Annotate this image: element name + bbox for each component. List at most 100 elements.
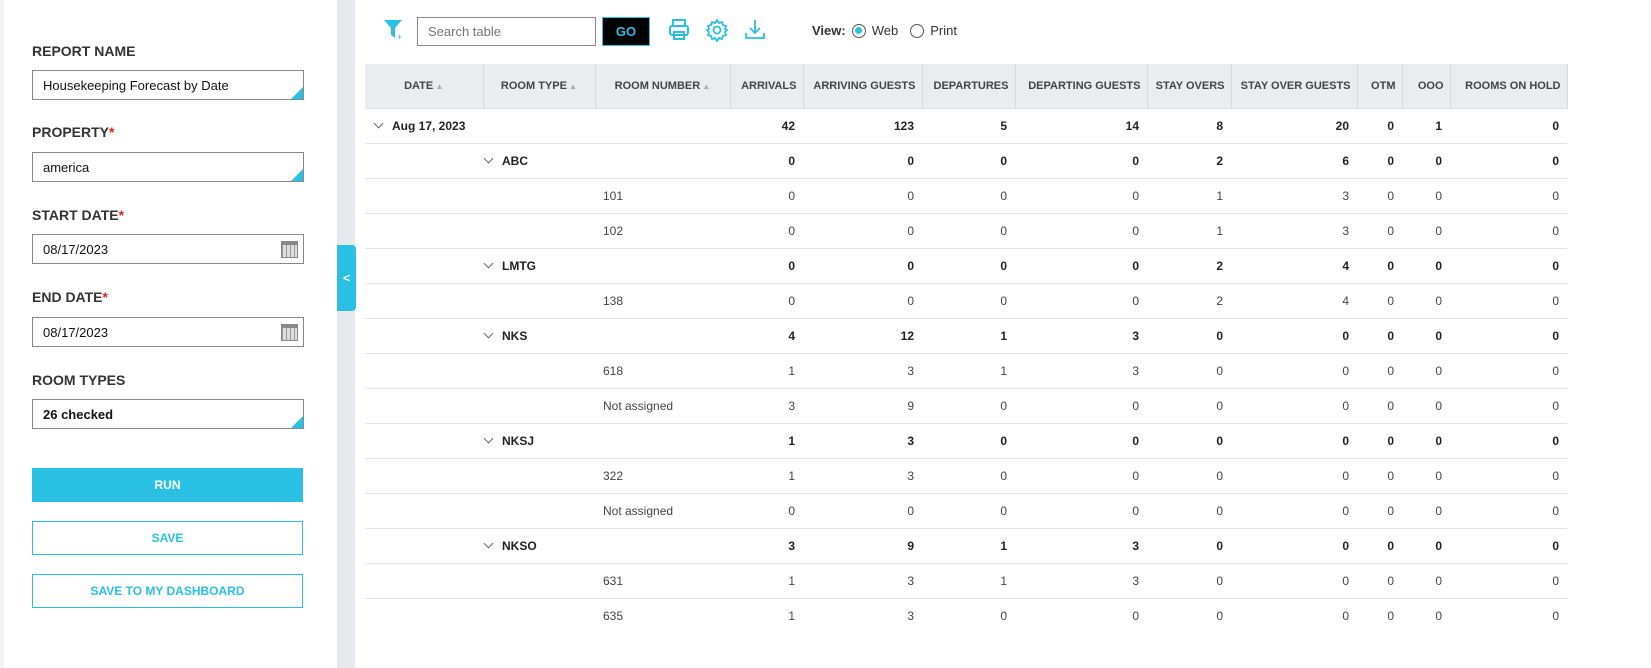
chevron-down-icon[interactable] xyxy=(373,118,384,128)
download-icon[interactable] xyxy=(744,18,766,42)
column-header: DEPARTURES xyxy=(922,64,1016,108)
chevron-down-icon[interactable] xyxy=(483,538,494,548)
sort-icon[interactable]: ▲ xyxy=(700,82,710,91)
settings-gear-icon[interactable] xyxy=(705,18,729,42)
cell: NKSJ xyxy=(483,422,595,458)
print-label: Print xyxy=(930,23,957,38)
value-cell: 0 xyxy=(1450,107,1567,143)
column-header-label: ARRIVING GUESTS xyxy=(813,79,916,92)
room-row: Not assigned 0 0 0 0 0 0 0 0 0 xyxy=(365,492,1567,528)
value-cell: 1 xyxy=(922,317,1015,353)
value-cell: 0 xyxy=(1402,457,1450,493)
chevron-down-icon[interactable] xyxy=(483,153,494,163)
calendar-icon[interactable] xyxy=(281,324,298,341)
value-cell: 0 xyxy=(1402,142,1450,178)
room-types-select[interactable]: 26 checked xyxy=(32,399,304,429)
value-cell: 3 xyxy=(803,352,922,388)
value-cell: 4 xyxy=(1231,247,1357,283)
panel-divider xyxy=(337,0,355,668)
room-row: Not assigned 3 9 0 0 0 0 0 0 0 xyxy=(365,387,1567,423)
cell xyxy=(483,492,595,528)
value-cell: 0 xyxy=(1450,457,1567,493)
cell xyxy=(365,597,483,633)
value-cell: 3 xyxy=(1015,562,1147,598)
row-label: 101 xyxy=(603,188,624,203)
room-row: 138 0 0 0 0 2 4 0 0 0 xyxy=(365,282,1567,318)
room-type-group-row[interactable]: NKSO 3 9 1 3 0 0 0 0 0 xyxy=(365,527,1567,563)
room-row: 101 0 0 0 0 1 3 0 0 0 xyxy=(365,177,1567,213)
value-cell: 1 xyxy=(1402,107,1450,143)
value-cell: 0 xyxy=(1402,597,1450,633)
value-cell: 0 xyxy=(1450,177,1567,213)
date-group-row[interactable]: Aug 17, 2023 42 123 5 14 8 20 0 1 0 xyxy=(365,107,1567,143)
start-date-field[interactable]: 08/17/2023 xyxy=(32,234,304,264)
value-cell: 5 xyxy=(922,107,1015,143)
value-cell: 0 xyxy=(730,212,803,248)
sort-icon[interactable]: ▲ xyxy=(567,82,577,91)
report-name-field[interactable]: Housekeeping Forecast by Date xyxy=(32,70,304,100)
value-cell: 0 xyxy=(1015,387,1147,423)
calendar-icon[interactable] xyxy=(281,241,298,258)
room-type-group-row[interactable]: LMTG 0 0 0 0 2 4 0 0 0 xyxy=(365,247,1567,283)
value-cell: 0 xyxy=(922,597,1015,633)
cell: 322 xyxy=(595,457,730,493)
save-to-dashboard-button[interactable]: SAVE TO MY DASHBOARD xyxy=(32,574,303,608)
value-cell: 0 xyxy=(1357,562,1402,598)
value-cell: 0 xyxy=(803,282,922,318)
value-cell: 0 xyxy=(803,177,922,213)
row-label: Not assigned xyxy=(603,503,674,518)
row-label: 635 xyxy=(603,608,624,623)
column-header[interactable]: ROOM TYPE ▲ xyxy=(483,64,596,108)
svg-text:+: + xyxy=(397,32,402,42)
value-cell: 0 xyxy=(1231,317,1357,353)
web-radio[interactable] xyxy=(851,23,866,38)
cell xyxy=(483,457,595,493)
chevron-down-icon[interactable] xyxy=(483,258,494,268)
go-button[interactable]: GO xyxy=(602,17,650,46)
value-cell: 0 xyxy=(803,212,922,248)
value-cell: 0 xyxy=(1015,597,1147,633)
print-icon[interactable] xyxy=(668,18,690,42)
print-radio[interactable] xyxy=(910,23,925,38)
cell xyxy=(483,177,595,213)
save-button[interactable]: SAVE xyxy=(32,521,303,555)
value-cell: 3 xyxy=(803,562,922,598)
value-cell: 0 xyxy=(922,282,1015,318)
cell xyxy=(365,317,483,353)
sort-icon[interactable]: ▲ xyxy=(433,82,443,91)
value-cell: 1 xyxy=(730,457,803,493)
chevron-down-icon[interactable] xyxy=(483,328,494,338)
column-header[interactable]: ROOM NUMBER ▲ xyxy=(595,64,731,108)
room-type-group-row[interactable]: ABC 0 0 0 0 2 6 0 0 0 xyxy=(365,142,1567,178)
search-table-input[interactable] xyxy=(417,17,596,46)
room-type-group-row[interactable]: NKS 4 12 1 3 0 0 0 0 0 xyxy=(365,317,1567,353)
value-cell: 0 xyxy=(1450,562,1567,598)
room-type-group-row[interactable]: NKSJ 1 3 0 0 0 0 0 0 0 xyxy=(365,422,1567,458)
value-cell: 0 xyxy=(1357,107,1402,143)
value-cell: 0 xyxy=(1357,352,1402,388)
collapse-panel-button[interactable]: < xyxy=(337,245,356,311)
value-cell: 3 xyxy=(803,422,922,458)
cell xyxy=(595,527,730,563)
run-button[interactable]: RUN xyxy=(32,468,303,502)
cell: NKS xyxy=(483,317,595,353)
column-header-label: STAY OVER GUESTS xyxy=(1240,79,1351,92)
value-cell: 3 xyxy=(1015,317,1147,353)
value-cell: 0 xyxy=(1402,352,1450,388)
column-header[interactable]: DATE ▲ xyxy=(365,64,484,108)
row-label: Not assigned xyxy=(603,398,674,413)
value-cell: 1 xyxy=(1147,212,1231,248)
end-date-field[interactable]: 08/17/2023 xyxy=(32,317,304,347)
cell xyxy=(483,352,595,388)
column-header: ARRIVALS xyxy=(730,64,804,108)
value-cell: 0 xyxy=(1402,177,1450,213)
value-cell: 0 xyxy=(1357,492,1402,528)
filter-add-icon[interactable]: + xyxy=(383,18,405,42)
cell: 101 xyxy=(595,177,730,213)
value-cell: 3 xyxy=(803,597,922,633)
value-cell: 0 xyxy=(1402,317,1450,353)
value-cell: 6 xyxy=(1231,142,1357,178)
chevron-down-icon[interactable] xyxy=(483,433,494,443)
cell xyxy=(483,212,595,248)
property-select[interactable]: america xyxy=(32,152,304,182)
